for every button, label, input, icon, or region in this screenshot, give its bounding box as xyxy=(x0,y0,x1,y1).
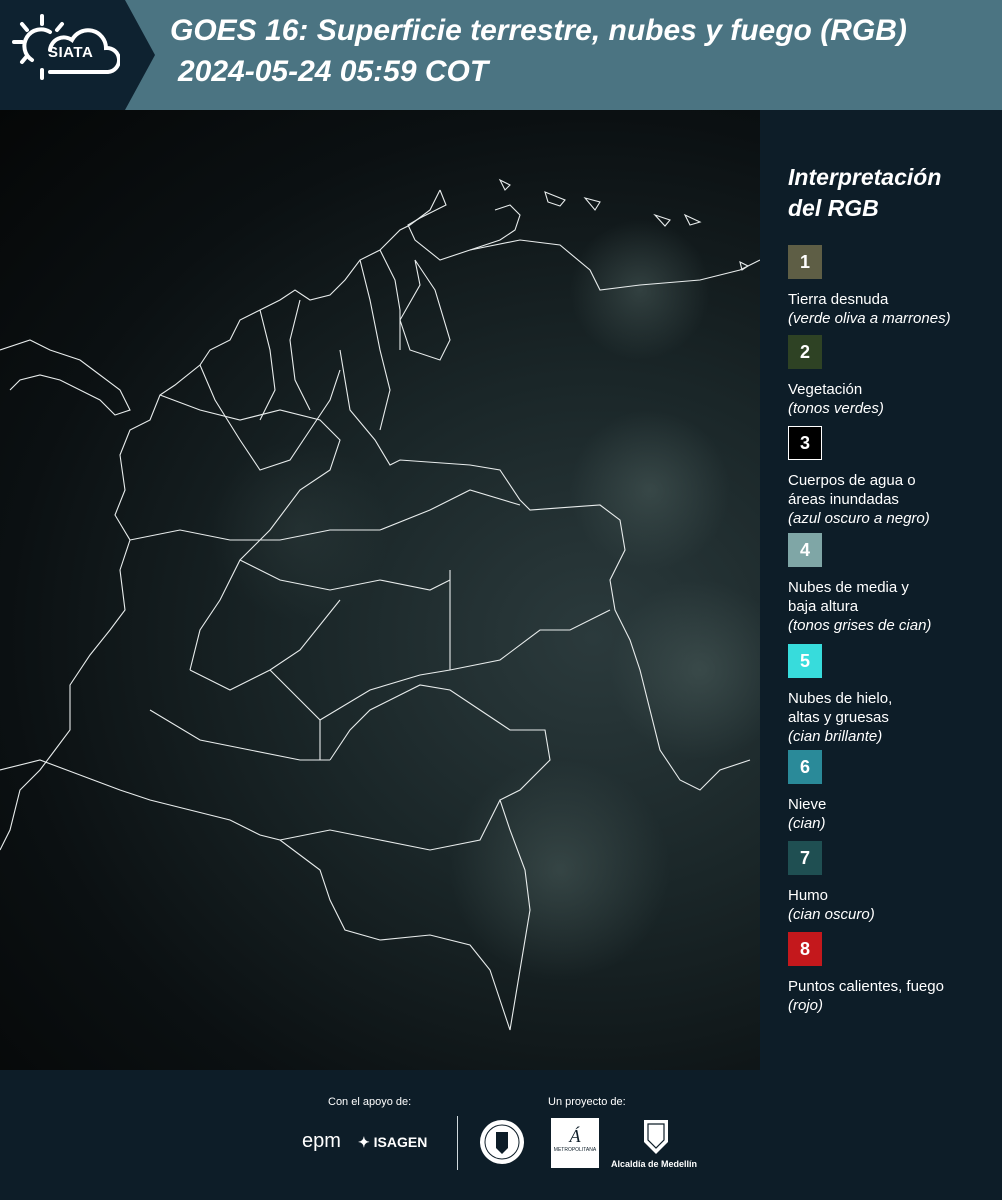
cloud-area xyxy=(570,220,710,360)
medellin-coat-of-arms-icon xyxy=(644,1120,668,1154)
legend-item: 5 Nubes de hielo, altas y gruesas (cian br… xyxy=(788,644,998,746)
legend-title: Interpretación del RGB xyxy=(788,162,988,224)
legend-item: 2 Vegetación (tonos verdes) xyxy=(788,335,998,418)
legend-label: Puntos calientes, fuego xyxy=(788,978,944,995)
department-line xyxy=(319,609,611,721)
legend-sublabel: (cian brillante) xyxy=(788,728,883,745)
legend-panel: Interpretación del RGB 1 Tierra desnuda (v… xyxy=(760,110,1002,1070)
island xyxy=(498,178,511,191)
island xyxy=(544,191,566,207)
satellite-map xyxy=(0,110,760,1070)
department-line xyxy=(289,299,311,411)
legend-sublabel: (azul oscuro a negro) xyxy=(788,510,930,527)
timestamp: 2024-05-24 05:59 COT xyxy=(178,55,489,88)
guajira-bay xyxy=(399,259,451,361)
legend-label: Nieve xyxy=(788,796,827,813)
cloud-area xyxy=(610,580,760,760)
legend-item: 3 Cuerpos de agua o áreas inundadas (azul … xyxy=(788,426,998,528)
legend-sublabel: (cian oscuro) xyxy=(788,906,875,923)
panama-coast xyxy=(0,339,131,416)
legend-title-line: Interpretación xyxy=(788,164,942,190)
island xyxy=(739,260,750,271)
legend-sublabel: (tonos grises de cian) xyxy=(788,617,932,634)
legend-swatch: 4 xyxy=(788,533,822,567)
legend-item: 6 Nieve (cian) xyxy=(788,750,998,833)
logo-label: SIATA xyxy=(48,44,94,61)
legend-item: 1 Tierra desnuda (verde oliva a marrones) xyxy=(788,245,998,328)
support-label: Con el apoyo de: xyxy=(328,1096,412,1108)
cloud-area xyxy=(570,410,730,570)
isagen-logo: ✦ ISAGEN xyxy=(358,1134,427,1151)
area-logo-label: METROPOLITANA xyxy=(553,1147,597,1153)
project-label: Un proyecto de: xyxy=(548,1096,626,1108)
product-title: GOES 16: Superficie terrestre, nubes y f… xyxy=(170,14,907,47)
legend-swatch: 2 xyxy=(788,335,822,369)
legend-sublabel: (cian) xyxy=(788,815,826,832)
legend-label: Nubes de media y baja altura xyxy=(788,579,909,615)
legend-sublabel: (tonos verdes) xyxy=(788,400,884,417)
legend-item: 7 Humo (cian oscuro) xyxy=(788,841,998,924)
department-line xyxy=(259,309,276,421)
university-seal-icon xyxy=(480,1120,524,1164)
island xyxy=(583,197,601,211)
legend-label: Nubes de hielo, altas y gruesas xyxy=(788,690,893,726)
alcaldia-label: Alcaldía de Medellín xyxy=(611,1159,698,1169)
area-metropolitana-logo: Á METROPOLITANA xyxy=(551,1118,599,1168)
legend-label: Cuerpos de agua o áreas inundadas xyxy=(788,472,916,508)
cloud-area xyxy=(450,760,670,980)
siata-logo: SIATA xyxy=(0,0,125,110)
isagen-icon: ✦ xyxy=(358,1134,370,1150)
island xyxy=(683,213,702,226)
legend-swatch: 5 xyxy=(788,644,822,678)
legend-item: 4 Nubes de media y baja altura (tonos gris… xyxy=(788,533,998,635)
isagen-label: ISAGEN xyxy=(373,1134,428,1150)
department-line xyxy=(379,249,401,350)
legend-item: 8 Puntos calientes, fuego (rojo) xyxy=(788,932,998,1015)
epm-logo: epm xyxy=(302,1130,341,1152)
legend-swatch: 6 xyxy=(788,750,822,784)
legend-label: Humo xyxy=(788,887,829,904)
header-chevron xyxy=(125,0,155,110)
legend-swatch: 3 xyxy=(788,426,822,460)
legend-label: Vegetación xyxy=(788,381,863,398)
legend-label: Tierra desnuda xyxy=(788,291,889,308)
area-logo-mark: Á xyxy=(569,1126,581,1146)
legend-swatch: 1 xyxy=(788,245,822,279)
country-outline xyxy=(407,189,521,261)
header-bar: SIATA GOES 16: Superficie terrestre, nub… xyxy=(0,0,1002,110)
legend-title-line: del RGB xyxy=(788,195,879,221)
department-line xyxy=(269,669,321,760)
legend-swatch: 7 xyxy=(788,841,822,875)
colombia-boundaries xyxy=(0,178,760,1031)
footer-divider xyxy=(457,1116,458,1170)
legend-sublabel: (rojo) xyxy=(788,997,824,1014)
legend-sublabel: (verde oliva a marrones) xyxy=(788,310,951,327)
legend-swatch: 8 xyxy=(788,932,822,966)
department-line xyxy=(149,709,330,761)
footer: Con el apoyo de: Un proyecto de: epm ✦ I… xyxy=(0,1070,1002,1200)
department-line xyxy=(359,259,391,431)
